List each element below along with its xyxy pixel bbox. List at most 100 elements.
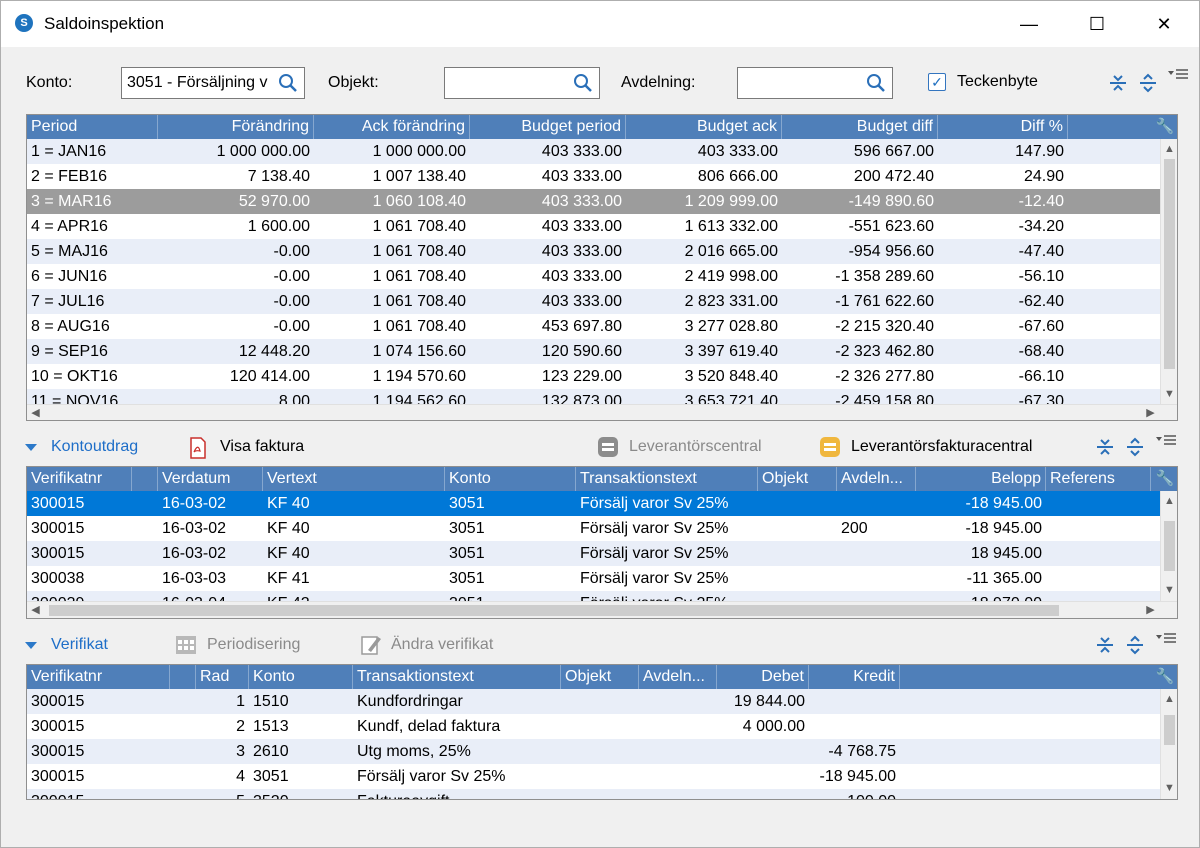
menu-options-icon[interactable] (1155, 631, 1177, 647)
expand-rows-icon[interactable] (1138, 73, 1158, 93)
col-objekt[interactable]: Objekt (758, 467, 837, 491)
scroll-right-icon[interactable]: ▶ (1142, 405, 1159, 420)
col-verifikatnr[interactable]: Verifikatnr (27, 665, 170, 689)
kontoutdrag-vscroll[interactable]: ▲ ▼ (1160, 491, 1177, 601)
scroll-down-icon[interactable]: ▼ (1161, 386, 1177, 403)
col-avdelning[interactable]: Avdeln... (837, 467, 916, 491)
kontoutdrag-collapse-icon[interactable] (25, 444, 37, 451)
scroll-thumb[interactable] (1164, 521, 1175, 571)
table-row[interactable]: 4 = APR16 1 600.00 1 061 708.40 403 333.00 1… (27, 214, 1160, 239)
leverantorscentral-button[interactable]: Leverantörscentral (629, 438, 762, 456)
collapse-rows-icon[interactable] (1108, 73, 1128, 93)
scroll-thumb[interactable] (1164, 159, 1175, 369)
col-diff-percent[interactable]: Diff % (938, 115, 1068, 139)
col-budget-ack[interactable]: Budget ack (626, 115, 782, 139)
table-row[interactable]: 300015 4 3051 Försälj varor Sv 25% -18 945.0… (27, 764, 1160, 789)
col-rad[interactable]: Rad (196, 665, 249, 689)
leverantorsfakturacentral-button[interactable]: Leverantörsfakturacentral (851, 438, 1032, 456)
collapse-rows-icon[interactable] (1095, 635, 1115, 655)
kontoutdrag-grid[interactable]: Verifikatnr Verdatum Vertext Konto Trans… (26, 466, 1178, 619)
col-transaktionstext[interactable]: Transaktionstext (353, 665, 561, 689)
scroll-up-icon[interactable]: ▲ (1161, 691, 1177, 708)
search-icon[interactable] (573, 73, 593, 93)
collapse-rows-icon[interactable] (1095, 437, 1115, 457)
table-row[interactable]: 300038 16-03-03 KF 41 3051 Försälj varor Sv … (27, 566, 1160, 591)
col-forandring[interactable]: Förändring (158, 115, 314, 139)
scroll-right-icon[interactable]: ▶ (1142, 602, 1159, 618)
kontoutdrag-hscroll[interactable]: ◀ ▶ (27, 601, 1177, 618)
wrench-icon[interactable]: 🔧 (1155, 117, 1175, 137)
menu-options-icon[interactable] (1167, 67, 1189, 83)
leverantorsfakturacentral-icon[interactable] (819, 436, 841, 458)
scroll-left-icon[interactable]: ◀ (27, 405, 44, 420)
search-icon[interactable] (278, 73, 298, 93)
table-row[interactable]: 8 = AUG16 -0.00 1 061 708.40 453 697.80 3 27… (27, 314, 1160, 339)
col-avdelning[interactable]: Avdeln... (639, 665, 717, 689)
col-belopp[interactable]: Belopp (916, 467, 1046, 491)
col-budget-diff[interactable]: Budget diff (782, 115, 938, 139)
col-objekt[interactable]: Objekt (561, 665, 639, 689)
maximize-button[interactable]: ☐ (1074, 1, 1120, 47)
col-kredit[interactable]: Kredit (809, 665, 900, 689)
table-row[interactable]: 300015 16-03-02 KF 40 3051 Försälj varor Sv … (27, 516, 1160, 541)
avdelning-field[interactable] (737, 67, 893, 99)
kontoutdrag-section-label[interactable]: Kontoutdrag (51, 438, 138, 456)
verifikat-collapse-icon[interactable] (25, 642, 37, 649)
scroll-down-icon[interactable]: ▼ (1161, 582, 1177, 599)
col-budget-period[interactable]: Budget period (470, 115, 626, 139)
table-row[interactable]: 300015 1 1510 Kundfordringar 19 844.00 (27, 689, 1160, 714)
period-vscroll[interactable]: ▲ ▼ (1160, 139, 1177, 405)
scroll-down-icon[interactable]: ▼ (1161, 780, 1177, 797)
periodisering-button[interactable]: Periodisering (207, 636, 300, 654)
scroll-thumb[interactable] (1164, 715, 1175, 745)
scroll-left-icon[interactable]: ◀ (27, 602, 44, 618)
verifikat-section-label[interactable]: Verifikat (51, 636, 108, 654)
col-ack-forandring[interactable]: Ack förändring (314, 115, 470, 139)
konto-field[interactable]: 3051 - Försäljning v (121, 67, 305, 99)
scroll-up-icon[interactable]: ▲ (1161, 493, 1177, 510)
col-debet[interactable]: Debet (717, 665, 809, 689)
verifikat-grid[interactable]: Verifikatnr Rad Konto Transaktionstext O… (26, 664, 1178, 800)
col-blank[interactable] (170, 665, 196, 689)
table-row[interactable]: 300015 3 2610 Utg moms, 25% -4 768.75 (27, 739, 1160, 764)
andra-verifikat-button[interactable]: Ändra verifikat (391, 636, 493, 654)
table-row[interactable]: 10 = OKT16 120 414.00 1 194 570.60 123 229.… (27, 364, 1160, 389)
objekt-field[interactable] (444, 67, 600, 99)
table-row[interactable]: 2 = FEB16 7 138.40 1 007 138.40 403 333.00 8… (27, 164, 1160, 189)
table-row[interactable]: 300015 16-03-02 KF 40 3051 Försälj varor Sv … (27, 541, 1160, 566)
col-period[interactable]: Period (27, 115, 158, 139)
col-vertext[interactable]: Vertext (263, 467, 445, 491)
col-verdatum[interactable]: Verdatum (158, 467, 263, 491)
table-row[interactable]: 300015 2 1513 Kundf, delad faktura 4 000.00 (27, 714, 1160, 739)
wrench-icon[interactable]: 🔧 (1155, 667, 1175, 687)
table-row[interactable]: 1 = JAN16 1 000 000.00 1 000 000.00 403 333… (27, 139, 1160, 164)
col-referens[interactable]: Referens (1046, 467, 1151, 491)
visa-faktura-button[interactable]: Visa faktura (220, 438, 304, 456)
minimize-button[interactable]: — (1006, 1, 1052, 47)
search-icon[interactable] (866, 73, 886, 93)
teckenbyte-checkbox[interactable]: ✓ (928, 73, 946, 91)
leverantorscentral-icon[interactable] (597, 436, 619, 458)
col-transaktionstext[interactable]: Transaktionstext (576, 467, 758, 491)
verifikat-vscroll[interactable]: ▲ ▼ (1160, 689, 1177, 799)
col-verifikatnr[interactable]: Verifikatnr (27, 467, 132, 491)
period-grid[interactable]: Period Förändring Ack förändring Budget … (26, 114, 1178, 421)
edit-icon[interactable] (360, 634, 382, 656)
table-row[interactable]: 300015 53520Fakturaavgift -100.00 (27, 789, 1160, 799)
expand-rows-icon[interactable] (1125, 635, 1145, 655)
close-button[interactable]: ✕ (1141, 1, 1187, 47)
periodisering-icon[interactable] (175, 634, 197, 656)
scroll-up-icon[interactable]: ▲ (1161, 141, 1177, 158)
table-row[interactable]: 5 = MAJ16 -0.00 1 061 708.40 403 333.00 2 01… (27, 239, 1160, 264)
period-hscroll[interactable]: ◀ ▶ (27, 404, 1177, 420)
col-konto[interactable]: Konto (249, 665, 353, 689)
table-row[interactable]: 7 = JUL16 -0.00 1 061 708.40 403 333.00 2 82… (27, 289, 1160, 314)
expand-rows-icon[interactable] (1125, 437, 1145, 457)
table-row[interactable]: 6 = JUN16 -0.00 1 061 708.40 403 333.00 2 41… (27, 264, 1160, 289)
col-blank[interactable] (132, 467, 158, 491)
table-row[interactable]: 9 = SEP16 12 448.20 1 074 156.60 120 590.60… (27, 339, 1160, 364)
scroll-thumb[interactable] (49, 605, 1059, 616)
table-row[interactable]: 3 = MAR16 52 970.00 1 060 108.40 403 333.00… (27, 189, 1160, 214)
wrench-icon[interactable]: 🔧 (1155, 469, 1175, 489)
table-row[interactable]: 300015 16-03-02 KF 40 3051 Försälj varor Sv … (27, 491, 1160, 516)
